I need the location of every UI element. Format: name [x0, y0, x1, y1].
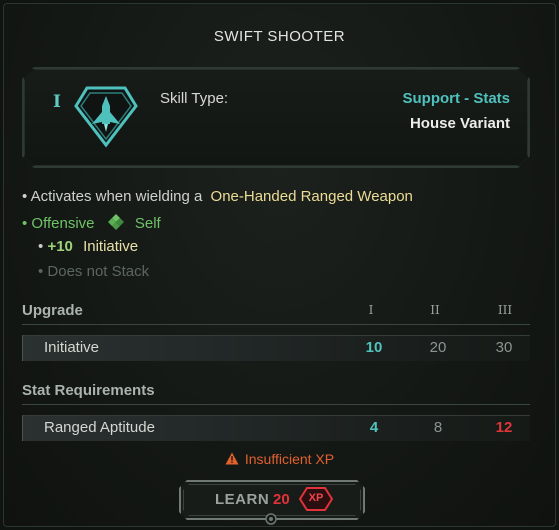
learn-button-label: LEARN	[215, 491, 270, 508]
stat-bonus-line: • +10 Initiative	[38, 238, 138, 255]
upgrade-value-tier-3: 30	[495, 339, 513, 356]
warning-triangle-icon	[225, 452, 239, 465]
diamond-arrows-icon	[107, 214, 124, 230]
offensive-label: • Offensive	[22, 215, 95, 232]
button-anchor-icon	[265, 513, 277, 525]
upgrade-value-tier-2: 20	[429, 339, 447, 356]
skill-title: SWIFT SHOOTER	[213, 28, 346, 45]
tier-3-header: III	[497, 303, 513, 317]
section-divider	[22, 404, 530, 405]
stacking-note: • Does not Stack	[38, 263, 150, 280]
stat-requirements-label: Stat Requirements	[22, 382, 155, 399]
house-variant-label: House Variant	[409, 115, 510, 132]
upgrade-value-tier-1: 10	[365, 339, 383, 356]
xp-currency-label: XP	[308, 492, 324, 504]
effect-target-line: • Offensive Self	[22, 213, 161, 232]
tier-marker: I	[53, 92, 61, 112]
bonus-amount: +10	[47, 238, 73, 255]
requirement-value-tier-3: 12	[495, 419, 513, 436]
warning-text: Insufficient XP	[244, 451, 335, 467]
skill-type-value: Support - Stats	[402, 90, 511, 107]
insufficient-xp-warning: Insufficient XP	[0, 451, 559, 467]
upgrade-row-label: Initiative	[44, 339, 100, 356]
bullet: •	[38, 238, 44, 255]
rocket-shield-icon	[74, 86, 138, 148]
requirement-row-label: Ranged Aptitude	[44, 419, 155, 436]
requirement-value-tier-1: 4	[369, 419, 379, 436]
skill-type-label: Skill Type:	[160, 90, 229, 107]
requirement-value-tier-2: 8	[433, 419, 443, 436]
bonus-stat: Initiative	[83, 238, 139, 255]
target-self-label: Self	[134, 215, 161, 232]
tier-2-header: II	[430, 303, 440, 317]
section-divider	[22, 324, 530, 325]
activation-condition: • Activates when wielding a One-Handed R…	[22, 188, 413, 205]
activation-text: • Activates when wielding a	[22, 188, 203, 205]
tier-1-header: I	[368, 303, 374, 317]
learn-cost-value: 20	[273, 491, 290, 508]
weapon-requirement: One-Handed Ranged Weapon	[210, 188, 413, 205]
upgrade-section-label: Upgrade	[22, 302, 83, 319]
